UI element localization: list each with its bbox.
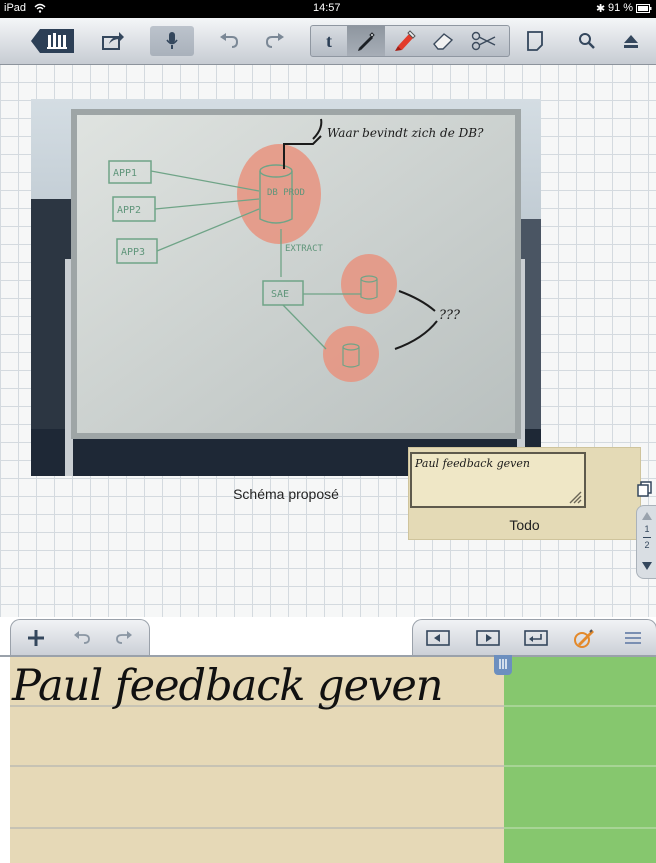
- undo-icon[interactable]: [69, 624, 95, 652]
- bluetooth-icon: ✱: [596, 3, 606, 15]
- next-page-icon[interactable]: [642, 562, 652, 570]
- pen-tool-icon[interactable]: [347, 26, 385, 56]
- whiteboard-extract-label: EXTRACT: [285, 244, 324, 254]
- whiteboard-unknown: ???: [439, 308, 461, 323]
- whiteboard-photo[interactable]: APP1 APP2 APP3 DB PROD EXTRACT SAE Waar …: [31, 99, 541, 476]
- handwriting-area[interactable]: Paul feedback geven: [10, 657, 504, 863]
- cursor-left-icon[interactable]: [423, 624, 453, 652]
- total-pages: 2: [644, 540, 650, 550]
- page-icon[interactable]: [522, 26, 548, 56]
- library-icon[interactable]: [30, 26, 76, 56]
- share-icon[interactable]: [98, 26, 128, 56]
- highlighter-tool-icon[interactable]: [387, 26, 423, 56]
- battery-icon: [636, 4, 652, 16]
- redo-icon[interactable]: [111, 624, 137, 652]
- menu-icon[interactable]: [619, 624, 647, 652]
- writing-zone-green[interactable]: [504, 657, 656, 863]
- clock: 14:57: [313, 2, 341, 14]
- current-page: 1: [644, 524, 650, 534]
- search-icon[interactable]: [574, 26, 600, 56]
- microphone-icon[interactable]: [150, 26, 194, 56]
- page-divider: [643, 537, 651, 538]
- eraser-tool-icon[interactable]: [425, 26, 461, 56]
- whiteboard-question: Waar bevindt zich de DB?: [327, 126, 484, 140]
- handwritten-text: Paul feedback geven: [12, 661, 443, 711]
- eject-icon[interactable]: [618, 26, 644, 56]
- writing-toolbar-left: [10, 619, 150, 657]
- cursor-right-icon[interactable]: [473, 624, 503, 652]
- whiteboard-app3: APP3: [121, 247, 145, 258]
- whiteboard-app2: APP2: [117, 205, 141, 216]
- writing-margin-handle[interactable]: [494, 655, 512, 675]
- battery-percent: 91 %: [608, 2, 634, 14]
- pen-settings-icon[interactable]: [569, 624, 599, 652]
- redo-icon[interactable]: [260, 26, 290, 56]
- device-label: iPad: [4, 2, 27, 14]
- status-bar: iPad 14:57 ✱ 91 %: [0, 0, 656, 18]
- resize-handle-icon[interactable]: [568, 490, 582, 504]
- page-navigator: 1 2: [636, 505, 656, 579]
- main-toolbar: t: [0, 18, 656, 65]
- pages-icon[interactable]: [634, 478, 656, 500]
- add-icon[interactable]: [21, 624, 51, 652]
- note-content: Paul feedback geven: [415, 457, 530, 470]
- undo-icon[interactable]: [214, 26, 244, 56]
- note-title: Todo: [509, 517, 540, 533]
- note-text-box[interactable]: Paul feedback geven: [410, 452, 586, 508]
- whiteboard-app1: APP1: [113, 168, 137, 179]
- whiteboard-sae-label: SAE: [271, 289, 289, 300]
- todo-note[interactable]: Paul feedback geven Todo: [408, 447, 641, 540]
- previous-page-icon[interactable]: [642, 512, 652, 520]
- scissors-tool-icon[interactable]: [462, 26, 506, 56]
- text-tool-icon[interactable]: t: [311, 26, 347, 56]
- return-icon[interactable]: [521, 624, 551, 652]
- writing-toolbar-right: [412, 619, 656, 657]
- whiteboard-db-label: DB PROD: [267, 188, 305, 198]
- wifi-icon: [34, 3, 46, 16]
